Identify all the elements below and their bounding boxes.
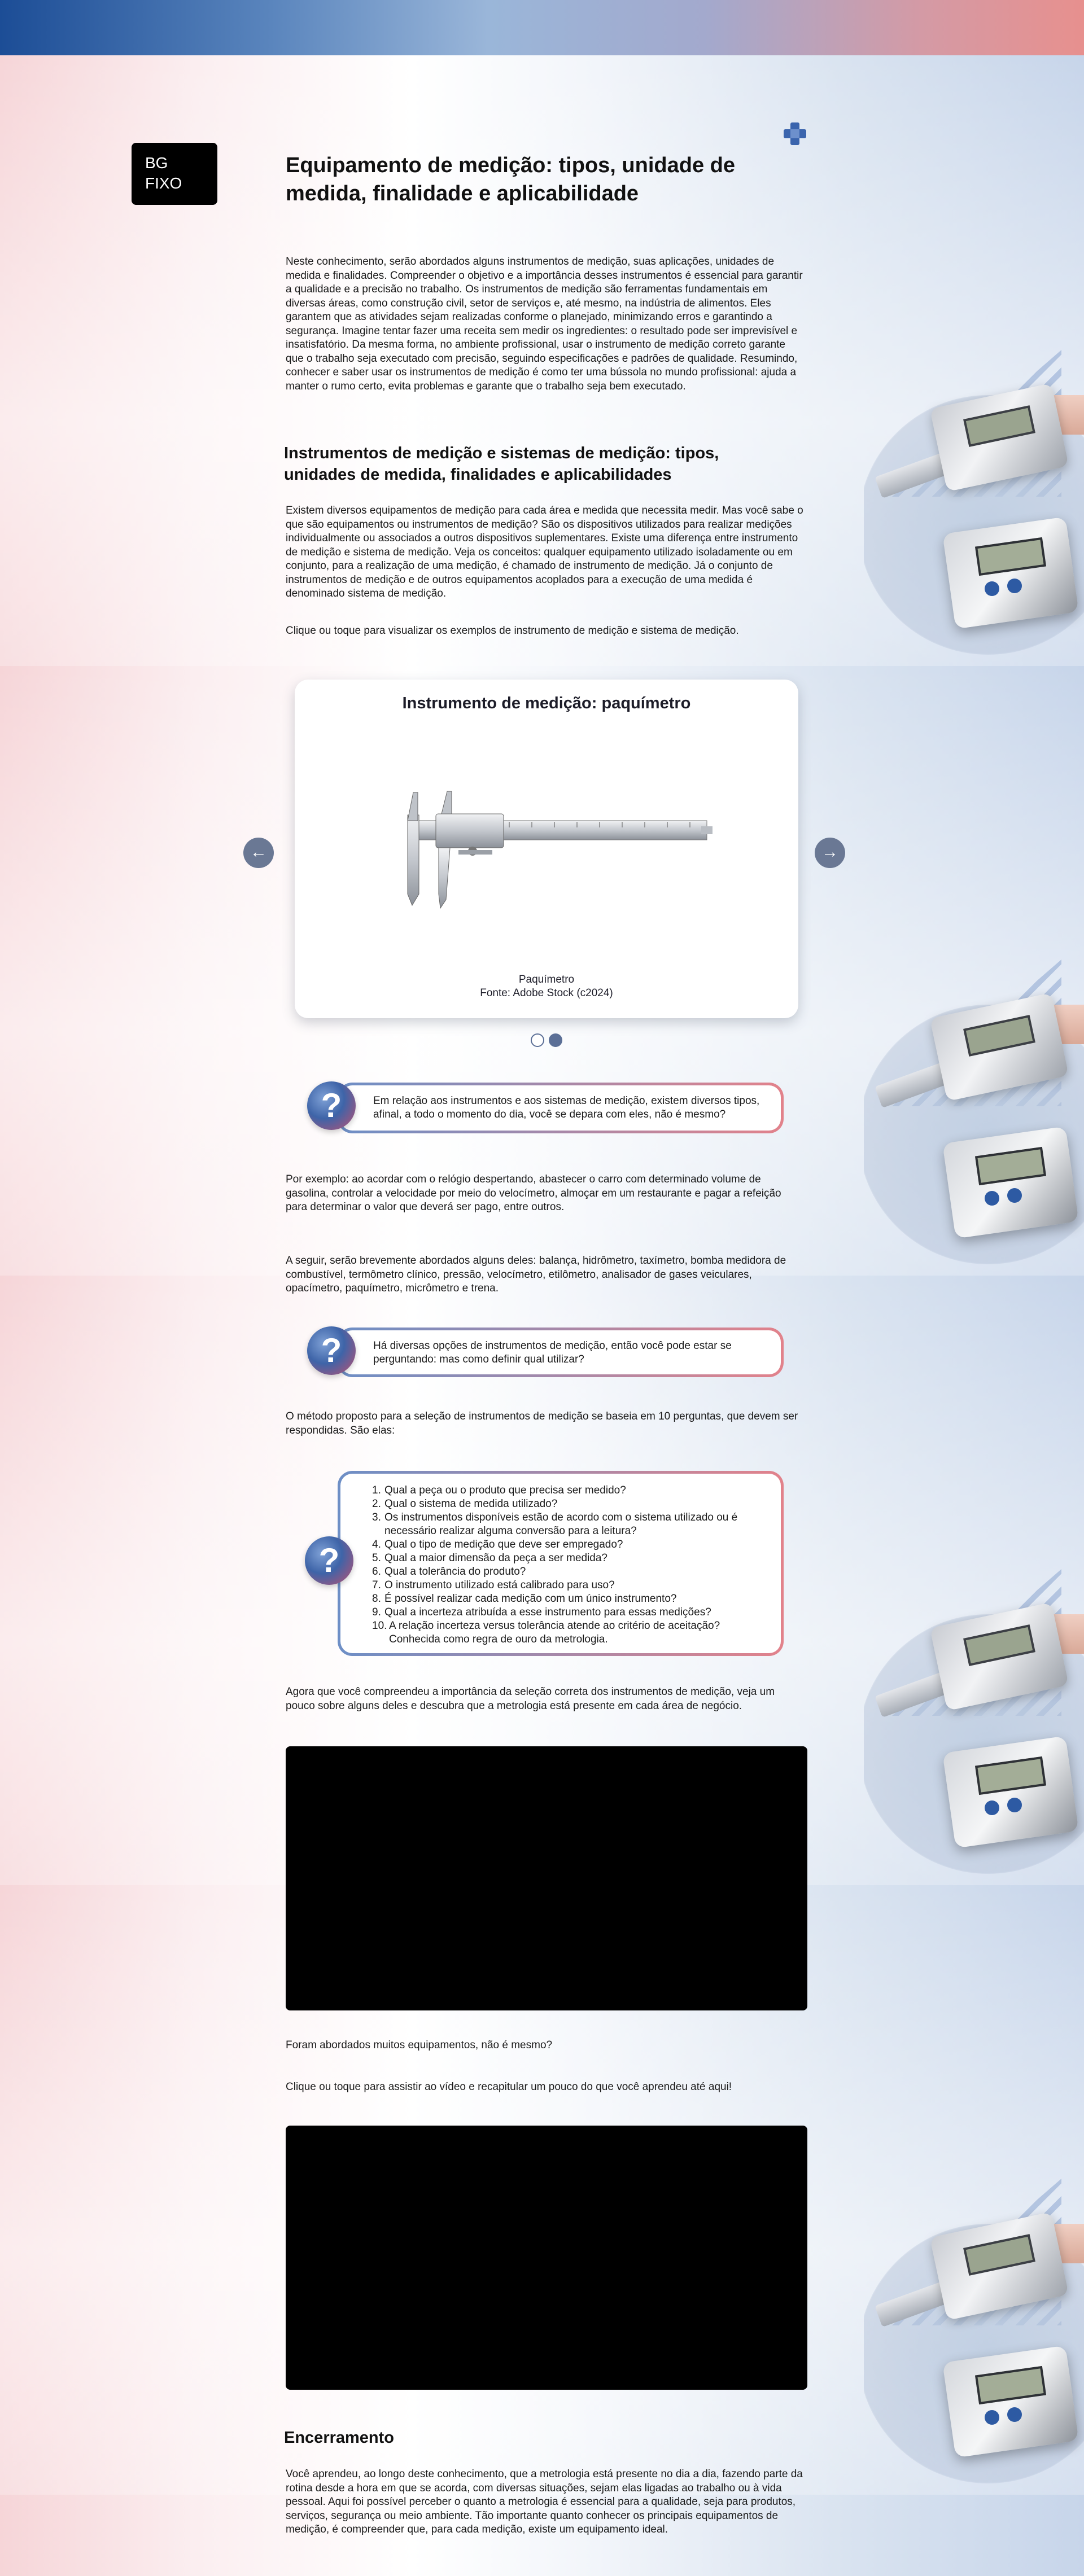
- callout-text: Em relação aos instrumentos e aos sistem…: [373, 1095, 760, 1120]
- question-item: 9. Qual a incerteza atribuída a esse inst…: [372, 1606, 711, 1618]
- question-item: 7. O instrumento utilizado está calibrado…: [372, 1579, 615, 1591]
- method-paragraph: O método proposto para a seleção de inst…: [286, 1410, 798, 1436]
- question-item: 2. Qual o sistema de medida utilizado?: [372, 1498, 558, 1510]
- question-mark-icon: ?: [307, 1081, 356, 1130]
- carousel-next-button[interactable]: →: [815, 838, 845, 868]
- caption-source: Fonte: Adobe Stock (c2024): [480, 987, 613, 999]
- recap-paragraph: Clique ou toque para assistir ao vídeo e…: [286, 2081, 732, 2093]
- closing-heading: Encerramento: [284, 2429, 395, 2447]
- section-heading: Instrumentos de medição e sistemas de me…: [284, 444, 719, 484]
- carousel-dot[interactable]: [531, 1033, 544, 1047]
- section-paragraph: Existem diversos equipamentos de medição…: [286, 505, 803, 599]
- question-mark-icon: ?: [305, 1536, 353, 1585]
- question-item: 6. Qual a tolerância do produto?: [372, 1566, 526, 1578]
- closing-paragraph: Você aprendeu, ao longo deste conhecimen…: [286, 2468, 803, 2535]
- recap-video-player[interactable]: [286, 2126, 807, 2390]
- questions-list: 1. Qual a peça ou o produto que precisa s…: [372, 1484, 765, 1646]
- bg-fixo-badge: BG FIXO: [132, 143, 217, 205]
- caption-title: Paquímetro: [518, 974, 575, 985]
- carousel-card-title: Instrumento de medição: paquímetro: [402, 694, 691, 712]
- question-item: 4. Qual o tipo de medição que deve ser em…: [372, 1539, 623, 1550]
- question-mark-icon: ?: [307, 1326, 356, 1375]
- measuring-instruments-illustration: [864, 937, 1084, 1276]
- after-video-paragraph: Foram abordados muitos equipamentos, não…: [286, 2039, 553, 2051]
- carousel-hint: Clique ou toque para visualizar os exemp…: [286, 625, 739, 637]
- question-item: 3. Os instrumentos disponíveis estão de a…: [372, 1512, 738, 1537]
- question-callout: Há diversas opções de instrumentos de me…: [338, 1328, 784, 1377]
- measuring-instruments-illustration: [864, 2156, 1084, 2495]
- carousel-prev-button[interactable]: ←: [243, 838, 274, 868]
- intro-paragraph: Neste conhecimento, serão abordados algu…: [286, 256, 803, 392]
- questions-callout: 1. Qual a peça ou o produto que precisa s…: [338, 1471, 784, 1656]
- question-callout: Em relação aos instrumentos e aos sistem…: [338, 1083, 784, 1133]
- carousel-card: Instrumento de medição: paquímetro Paquí…: [295, 680, 798, 1018]
- list-paragraph: A seguir, serão brevemente abordados alg…: [286, 1255, 786, 1294]
- video-intro-paragraph: Agora que você compreendeu a importância…: [286, 1686, 775, 1712]
- measuring-instruments-illustration: [864, 327, 1084, 666]
- question-item: 1. Qual a peça ou o produto que precisa s…: [372, 1484, 626, 1496]
- arrow-right-icon: →: [821, 843, 838, 861]
- example-paragraph: Por exemplo: ao acordar com o relógio de…: [286, 1173, 781, 1213]
- question-item: 10. A relação incerteza versus tolerância…: [372, 1620, 720, 1645]
- video-player[interactable]: [286, 1746, 807, 2010]
- carousel-caption: Paquímetro Fonte: Adobe Stock (c2024): [295, 973, 798, 1000]
- page-title: Equipamento de medição: tipos, unidade d…: [286, 154, 735, 205]
- arrow-left-icon: ←: [250, 843, 267, 861]
- question-item: 8. É possível realizar cada medição com u…: [372, 1593, 677, 1605]
- callout-text: Há diversas opções de instrumentos de me…: [373, 1340, 732, 1365]
- question-item: 5. Qual a maior dimensão da peça a ser me…: [372, 1552, 608, 1564]
- top-banner: [0, 0, 1084, 55]
- measuring-instruments-illustration: [864, 1547, 1084, 1885]
- cross-medical-icon: [784, 122, 806, 145]
- carousel-dot-active[interactable]: [549, 1033, 562, 1047]
- caliper-image: [407, 791, 713, 909]
